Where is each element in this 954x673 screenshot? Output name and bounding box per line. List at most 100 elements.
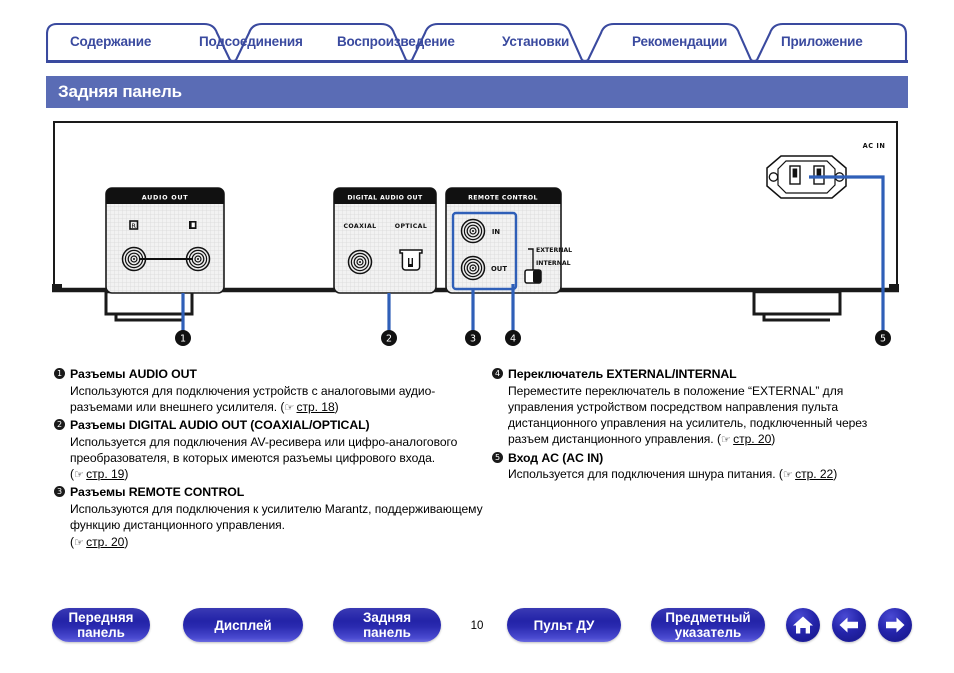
description-body: Используется для подключения AV-ресивера… — [54, 434, 484, 484]
description-badge-3: 3 — [54, 486, 65, 498]
page-reference-link[interactable]: стр. 19 — [86, 467, 124, 481]
description-item-4: 4 Переключатель EXTERNAL/INTERNAL Переме… — [492, 366, 910, 449]
footer-front-panel-line1: Передняя — [68, 610, 134, 625]
description-heading-text: Разъемы AUDIO OUT — [70, 367, 197, 381]
description-body-text: Используется для подключения AV-ресивера… — [70, 434, 458, 466]
rear-panel-illustration: AUDIO OUT R DIGITAL AUDIO OUT COAXIAL OP… — [46, 118, 908, 358]
label-ac-in: AC IN — [863, 142, 886, 150]
footer-remote-line1: Пульт ДУ — [533, 617, 595, 633]
page-reference[interactable]: (☞ стр. 22) — [779, 467, 837, 481]
pointing-hand-icon: ☞ — [284, 400, 294, 414]
page-reference[interactable]: (☞ стр. 18) — [280, 400, 338, 414]
pointing-hand-icon: ☞ — [782, 468, 793, 482]
description-body: Переместите переключатель в положение “E… — [492, 383, 910, 449]
tab-contents[interactable]: Содержание — [70, 34, 151, 49]
label-remote-control: REMOTE CONTROL — [468, 195, 538, 202]
top-tab-navigation[interactable]: Содержание Подсоединения Воспроизведение… — [46, 22, 908, 62]
description-heading: 5 Вход AC (AC IN) — [492, 450, 910, 466]
footer-index-line1: Предметный — [665, 610, 751, 625]
description-heading: 2 Разъемы DIGITAL AUDIO OUT (COAXIAL/OPT… — [54, 417, 484, 433]
description-body-text: Переместите переключатель в положение “E… — [508, 383, 868, 447]
footer-index[interactable]: Предметный указатель — [651, 608, 765, 642]
tab-settings[interactable]: Установки — [502, 34, 569, 49]
page-reference-link[interactable]: стр. 18 — [297, 400, 335, 414]
footer-navigation: Передняя панель Дисплей Задняя панель Пу… — [0, 608, 954, 662]
page-reference-link[interactable]: стр. 20 — [86, 535, 124, 549]
description-heading-text: Переключатель EXTERNAL/INTERNAL — [508, 367, 737, 381]
svg-text:3: 3 — [470, 334, 476, 345]
label-remote-out: OUT — [491, 265, 507, 273]
tab-connections[interactable]: Подсоединения — [199, 34, 303, 49]
home-icon — [793, 616, 813, 634]
footer-display-line1: Дисплей — [214, 617, 272, 633]
page-reference[interactable]: (☞ стр. 19) — [70, 467, 128, 481]
tab-shape-outlines — [46, 22, 908, 62]
footer-rear-panel[interactable]: Задняя панель — [333, 608, 441, 642]
footer-front-panel-line2: панель — [77, 625, 125, 640]
description-column-left: 1 Разъемы AUDIO OUT Используются для под… — [54, 366, 484, 552]
description-badge-4: 4 — [492, 368, 503, 379]
description-badge-1: 1 — [54, 368, 65, 379]
footer-display[interactable]: Дисплей — [183, 608, 303, 642]
label-external: EXTERNAL — [536, 247, 572, 254]
description-column-right: 4 Переключатель EXTERNAL/INTERNAL Переме… — [492, 366, 910, 484]
footer-remote[interactable]: Пульт ДУ — [507, 608, 621, 642]
label-remote-in: IN — [492, 228, 501, 236]
footer-rear-panel-line2: панель — [363, 625, 411, 640]
pointing-hand-icon: ☞ — [720, 433, 731, 447]
page-reference[interactable]: (☞ стр. 20) — [717, 432, 775, 446]
description-heading: 1 Разъемы AUDIO OUT — [54, 366, 484, 382]
section-title-banner: Задняя панель — [46, 76, 908, 108]
ref-close-paren: ) — [771, 432, 776, 447]
page-reference-link[interactable]: стр. 20 — [733, 432, 771, 446]
description-body: Используется для подключения шнура питан… — [492, 466, 910, 483]
description-item-5: 5 Вход AC (AC IN) Используется для подкл… — [492, 450, 910, 484]
label-digital-audio-out: DIGITAL AUDIO OUT — [347, 195, 423, 202]
home-button[interactable] — [786, 608, 820, 642]
remote-out-jack — [460, 255, 486, 281]
audio-out-jack-plate: AUDIO OUT R — [105, 187, 225, 294]
tab-appendix[interactable]: Приложение — [781, 34, 863, 49]
footer-rear-panel-line1: Задняя — [362, 610, 412, 625]
optical-jack — [399, 249, 423, 271]
description-body: Используются для подключения устройств с… — [54, 383, 484, 416]
svg-text:5: 5 — [880, 334, 886, 345]
svg-text:2: 2 — [386, 334, 392, 345]
svg-text:4: 4 — [510, 334, 516, 345]
tab-tips[interactable]: Рекомендации — [632, 34, 727, 49]
remote-control-jack-plate: REMOTE CONTROL IN OUT EXTERNAL INTERNAL — [445, 187, 572, 294]
description-body-text: Используются для подключения к усилителю… — [70, 502, 483, 533]
ref-close-paren: ) — [124, 534, 129, 549]
description-item-3: 3 Разъемы REMOTE CONTROL Используются дл… — [54, 484, 484, 550]
arrow-left-icon — [839, 617, 858, 633]
svg-text:R: R — [131, 222, 136, 230]
page-number: 10 — [470, 620, 484, 632]
rca-jack-right — [121, 246, 147, 272]
description-item-2: 2 Разъемы DIGITAL AUDIO OUT (COAXIAL/OPT… — [54, 417, 484, 483]
next-page-button[interactable] — [878, 608, 912, 642]
svg-text:1: 1 — [180, 334, 186, 345]
label-coaxial: COAXIAL — [343, 223, 376, 230]
ref-close-paren: ) — [124, 467, 129, 482]
description-heading: 4 Переключатель EXTERNAL/INTERNAL — [492, 366, 910, 382]
digital-audio-out-jack-plate: DIGITAL AUDIO OUT COAXIAL OPTICAL — [333, 187, 437, 294]
footer-front-panel[interactable]: Передняя панель — [52, 608, 150, 642]
label-internal: INTERNAL — [536, 260, 571, 267]
label-optical: OPTICAL — [395, 223, 427, 230]
page-reference[interactable]: (☞ стр. 20) — [70, 535, 128, 549]
description-heading: 3 Разъемы REMOTE CONTROL — [54, 484, 484, 500]
page-reference-link[interactable]: стр. 22 — [795, 467, 833, 481]
callout-badges: 1 2 3 4 5 — [175, 330, 891, 346]
coaxial-jack — [347, 249, 373, 275]
description-body-text: Используются для подключения устройств с… — [70, 383, 436, 414]
description-body-text: Используется для подключения шнура питан… — [508, 467, 776, 482]
label-audio-out: AUDIO OUT — [142, 194, 189, 202]
rca-jack-left — [185, 246, 211, 272]
tab-playback[interactable]: Воспроизведение — [337, 34, 455, 49]
tab-underline-rule — [46, 60, 908, 63]
description-badge-2: 2 — [54, 419, 65, 431]
description-body: Используются для подключения к усилителю… — [54, 501, 484, 551]
pointing-hand-icon: ☞ — [73, 468, 84, 482]
arrow-right-icon — [886, 617, 905, 633]
previous-page-button[interactable] — [832, 608, 866, 642]
